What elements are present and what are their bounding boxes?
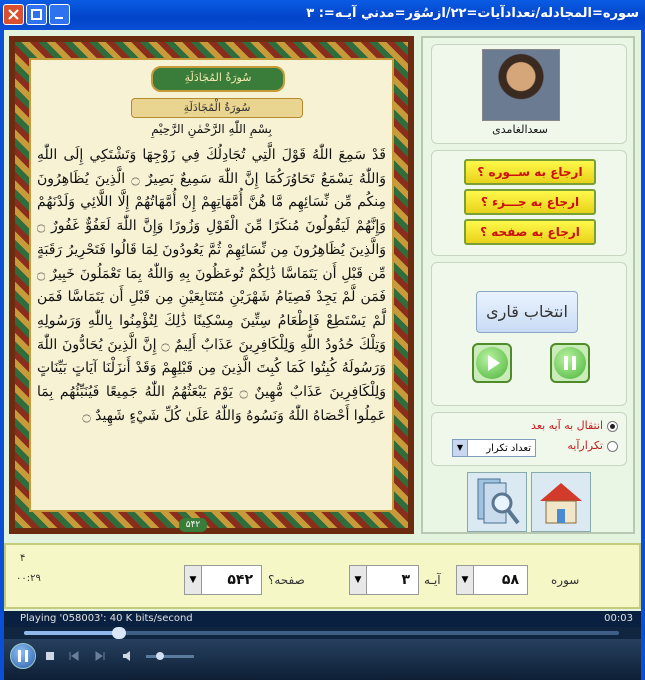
- quran-text-area: سُورَةُ المُجَادَلَةِ سُورَةُ الْمُجَادَ…: [29, 58, 394, 512]
- navigation-section: ارجاع به ســوره ؟ ارجاع به جـــزء ؟ ارجا…: [431, 150, 627, 256]
- surah-banner: سُورَةُ الْمُجَادَلَةِ: [131, 98, 303, 118]
- home-icon: [540, 483, 582, 524]
- ayah-value: ۳: [401, 572, 410, 588]
- ayah-label: آیـه: [424, 573, 441, 587]
- ayah-select[interactable]: ▼ ۳: [349, 565, 419, 595]
- surah-value: ۵۸: [501, 572, 519, 588]
- player-status-text: Playing '058003': 40 K bits/second: [20, 613, 193, 624]
- page-label: صفحه؟: [268, 573, 305, 587]
- repeat-count-select[interactable]: ▼ تعداد تکرار: [452, 439, 536, 457]
- maximize-button[interactable]: [26, 4, 47, 25]
- seek-handle[interactable]: [112, 627, 127, 639]
- seek-progress: [24, 631, 120, 635]
- volume-icon[interactable]: [122, 650, 134, 662]
- goto-juz-button[interactable]: ارجاع به جـــزء ؟: [464, 189, 596, 215]
- volume-handle[interactable]: [156, 652, 165, 660]
- verses-text: قَدْ سَمِعَ اللّٰهُ قَوْلَ الَّتِي تُجَا…: [37, 147, 386, 424]
- quran-page: سُورَةُ المُجَادَلَةِ سُورَةُ الْمُجَادَ…: [9, 36, 414, 534]
- minimize-button[interactable]: [49, 4, 70, 25]
- page-number: ۵۴۲: [179, 518, 207, 532]
- title-bar[interactable]: سوره=المجادله/تعدادآیات=۲۲/ازسُوَر=مدني …: [0, 0, 645, 30]
- chevron-down-icon[interactable]: ▼: [350, 566, 367, 594]
- player-pause-button[interactable]: [10, 643, 36, 669]
- tools-section: [431, 472, 627, 532]
- close-icon: [8, 9, 19, 20]
- count-value: ۴: [20, 553, 26, 564]
- player-controls: [4, 639, 641, 680]
- reciter-name: سعدالغامدی: [492, 123, 548, 136]
- pause-icon: [18, 650, 28, 662]
- repeat-count-value: تعداد تکرار: [486, 443, 531, 454]
- page-select[interactable]: ▼ ۵۴۲: [184, 565, 262, 595]
- bismillah: بِسْمِ اللّٰهِ الرَّحْمٰنِ الرَّحِيْمِ: [151, 122, 272, 136]
- volume-slider[interactable]: [146, 652, 194, 660]
- chevron-down-icon[interactable]: ▼: [453, 440, 468, 456]
- reciter-avatar: [482, 49, 560, 121]
- bottom-controls: ۴ ۰۰:۲۹ ▼ ۵۴۲ صفحه؟ ▼ ۳ آیـه ▼ ۵۸ سوره: [4, 543, 641, 609]
- chevron-down-icon[interactable]: ▼: [185, 566, 202, 594]
- next-ayah-label: انتقال به آیه بعد: [531, 419, 603, 432]
- elapsed-time: ۰۰:۲۹: [16, 573, 41, 584]
- playback-section: انتخاب قاری: [431, 262, 627, 406]
- reciter-section: سعدالغامدی: [431, 44, 627, 144]
- player-time: 00:03: [604, 613, 633, 624]
- next-ayah-option[interactable]: انتقال به آیه بعد: [531, 419, 618, 432]
- search-icon: [477, 478, 520, 525]
- search-button[interactable]: [467, 472, 527, 532]
- surah-label: سوره: [551, 573, 580, 587]
- stop-icon[interactable]: [44, 650, 56, 662]
- play-icon: [476, 347, 508, 379]
- player-status-bar: Playing '058003': 40 K bits/second 00:03: [4, 611, 641, 627]
- goto-page-button[interactable]: ارجاع به صفحه ؟: [464, 219, 596, 245]
- previous-icon[interactable]: [68, 650, 80, 662]
- next-icon[interactable]: [94, 650, 106, 662]
- chevron-down-icon[interactable]: ▼: [457, 566, 474, 594]
- close-button[interactable]: [3, 4, 24, 25]
- next-ayah-radio[interactable]: [607, 420, 618, 432]
- select-reciter-button[interactable]: انتخاب قاری: [476, 291, 578, 333]
- seek-bar[interactable]: [24, 627, 619, 639]
- page-value: ۵۴۲: [227, 572, 253, 588]
- pause-button[interactable]: [550, 343, 590, 383]
- options-section: انتقال به آیه بعد تکرارآیه ▼ تعداد تکرار: [431, 412, 627, 466]
- media-player: Playing '058003': 40 K bits/second 00:03: [4, 611, 641, 680]
- maximize-icon: [31, 9, 42, 20]
- right-panel: سعدالغامدی ارجاع به ســوره ؟ ارجاع به جـ…: [421, 36, 635, 534]
- home-button[interactable]: [531, 472, 591, 532]
- pause-icon: [554, 347, 586, 379]
- surah-select[interactable]: ▼ ۵۸: [456, 565, 528, 595]
- window-title: سوره=المجادله/تعدادآیات=۲۲/ازسُوَر=مدني …: [306, 6, 639, 21]
- goto-surah-button[interactable]: ارجاع به ســوره ؟: [464, 159, 596, 185]
- repeat-ayah-option[interactable]: تکرارآیه: [567, 439, 618, 452]
- repeat-ayah-radio[interactable]: [607, 440, 618, 452]
- minimize-icon: [55, 17, 63, 19]
- repeat-ayah-label: تکرارآیه: [567, 439, 603, 452]
- surah-header: سُورَةُ المُجَادَلَةِ: [151, 66, 285, 92]
- play-button[interactable]: [472, 343, 512, 383]
